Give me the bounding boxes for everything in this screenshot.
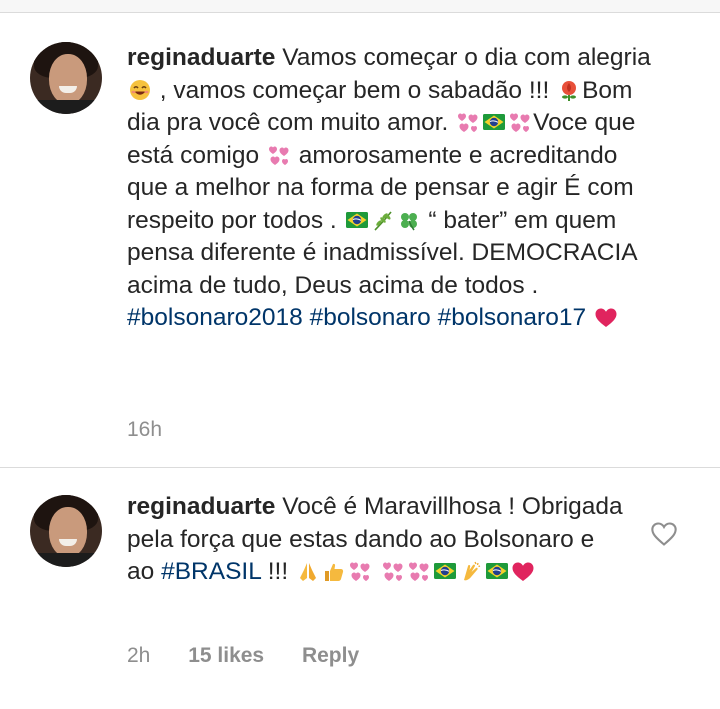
red-heart-icon — [595, 308, 617, 327]
reply-button[interactable]: Reply — [302, 644, 359, 667]
hearts-icon — [510, 113, 530, 132]
clapping-hands-icon — [463, 561, 481, 581]
comment-body-text: Vamos começar o dia com alegria — [275, 44, 651, 71]
comment-text: reginaduarte Vamos começar o dia com ale… — [127, 42, 657, 335]
praying-hands-icon — [299, 563, 316, 581]
comment-body-text — [586, 304, 593, 331]
brazil-flag-icon — [345, 211, 368, 228]
comment-body-text: !!! — [260, 558, 295, 585]
rose-icon — [562, 80, 577, 101]
hearts-icon — [382, 562, 403, 581]
comment-text: reginaduarte Você é Maravillhosa ! Obrig… — [127, 491, 627, 589]
smiling-face-icon — [130, 79, 150, 100]
comment-time[interactable]: 16h — [127, 418, 162, 441]
brazil-flag-icon — [433, 563, 456, 579]
comment-body-text — [373, 558, 380, 585]
clover-icon — [400, 212, 417, 230]
herb-icon — [373, 211, 392, 231]
hearts-icon — [268, 146, 289, 165]
hearts-icon — [349, 562, 370, 581]
comment-meta: 16h — [127, 418, 194, 442]
brazil-flag-icon — [485, 563, 508, 579]
top-divider — [0, 0, 720, 13]
username[interactable]: reginaduarte — [127, 44, 275, 71]
comment-body-text — [303, 304, 310, 331]
comment-body-text — [431, 304, 438, 331]
hashtag-link[interactable]: #bolsonaro — [310, 304, 431, 331]
comment-divider — [0, 467, 720, 468]
brazil-flag-icon — [483, 114, 506, 130]
hearts-icon — [458, 113, 478, 132]
comment-time[interactable]: 2h — [127, 644, 150, 667]
hashtag-link[interactable]: #bolsonaro17 — [438, 304, 586, 331]
avatar[interactable] — [30, 495, 102, 567]
avatar[interactable] — [30, 42, 102, 114]
like-heart-icon[interactable] — [650, 521, 678, 547]
comment-body-text: , vamos começar bem o sabadão !!! — [153, 76, 557, 104]
likes-count[interactable]: 15 likes — [188, 644, 264, 667]
thumbs-up-icon — [324, 563, 344, 581]
red-heart-icon — [512, 562, 534, 581]
username[interactable]: reginaduarte — [127, 493, 275, 520]
hashtag-link[interactable]: #bolsonaro2018 — [127, 304, 303, 331]
hearts-icon — [408, 562, 429, 581]
hashtag-link[interactable]: #BRASIL — [161, 558, 261, 585]
comment-meta: 2h 15 likes Reply — [127, 644, 391, 668]
